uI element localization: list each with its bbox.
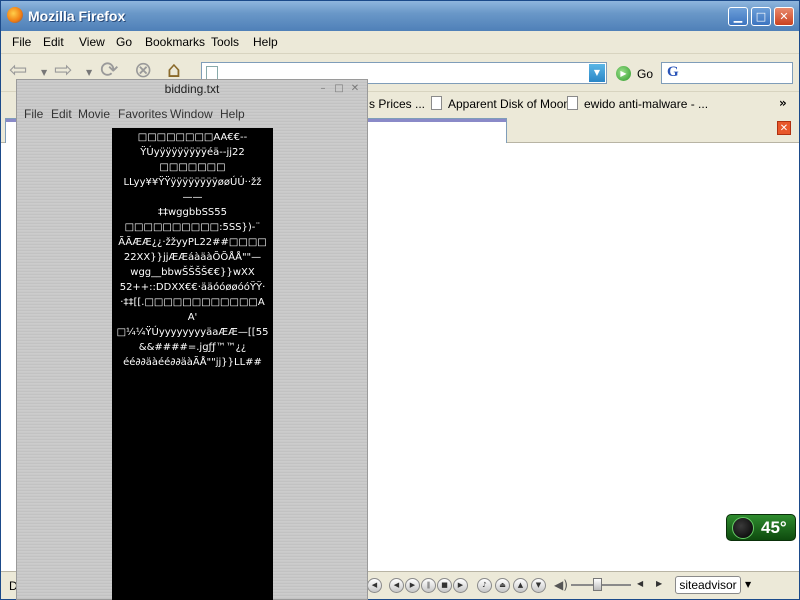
media-stop-icon[interactable]: ■ <box>437 578 452 593</box>
menu-tools[interactable]: Tools <box>211 35 239 49</box>
firefox-logo-icon <box>7 7 23 23</box>
player-menu-edit[interactable]: Edit <box>51 107 72 121</box>
player-menu-file[interactable]: File <box>24 107 43 121</box>
firefox-menubar: File Edit View Go Bookmarks Tools Help <box>1 31 799 80</box>
player-menu-movie[interactable]: Movie <box>78 107 110 121</box>
player-window: bidding.txt – □ ✕ File Edit Movie Favori… <box>16 79 368 600</box>
player-title[interactable]: bidding.txt <box>17 80 367 100</box>
media-rewind-icon[interactable]: ◀ <box>389 578 404 593</box>
weather-widget[interactable]: 45° <box>726 514 796 541</box>
bookmark-prices[interactable]: s Prices ... <box>369 97 425 111</box>
window-title: Mozilla Firefox <box>28 8 126 24</box>
media-prev-icon[interactable]: ◀ <box>367 578 382 593</box>
bookmark-page-icon <box>431 96 442 110</box>
player-minimize-icon[interactable]: – <box>317 83 329 95</box>
search-input[interactable]: G <box>661 62 793 84</box>
player-menu-window[interactable]: Window <box>170 107 213 121</box>
google-search-icon[interactable]: G <box>667 64 679 81</box>
scroll-left-icon[interactable]: ◀ <box>637 579 643 588</box>
back-dropdown-icon[interactable]: ▼ <box>41 68 47 77</box>
maximize-button[interactable]: □ <box>751 7 771 26</box>
media-eject-icon[interactable]: ⏏ <box>495 578 510 593</box>
go-button-label[interactable]: Go <box>637 67 653 81</box>
close-tab-icon[interactable]: ✕ <box>777 121 791 135</box>
weather-temperature: 45° <box>761 518 787 537</box>
siteadvisor-dropdown-icon[interactable]: ▼ <box>745 580 751 589</box>
forward-dropdown-icon[interactable]: ▼ <box>86 68 92 77</box>
menu-go[interactable]: Go <box>116 35 132 49</box>
scroll-right-icon[interactable]: ▶ <box>656 579 662 588</box>
media-note-icon[interactable]: ♪ <box>477 578 492 593</box>
menu-file[interactable]: File <box>12 35 31 49</box>
siteadvisor-button[interactable]: siteadvisor <box>675 576 741 594</box>
volume-slider-thumb[interactable] <box>593 578 602 591</box>
bookmark-ewido-anti-malware[interactable]: ewido anti-malware - ... <box>584 97 708 111</box>
player-close-icon[interactable]: ✕ <box>349 83 361 95</box>
weather-globe-icon <box>732 517 754 539</box>
volume-icon[interactable]: ◀) <box>554 578 568 592</box>
firefox-titlebar[interactable]: Mozilla Firefox ▁ □ ✕ <box>1 1 799 31</box>
media-pause-icon[interactable]: ∥ <box>421 578 436 593</box>
go-arrow-icon[interactable]: ▶ <box>616 66 631 81</box>
player-maximize-icon[interactable]: □ <box>333 83 345 95</box>
close-button[interactable]: ✕ <box>774 7 794 26</box>
garbled-text-content: □□□□□□□□AA€€-‐ ŸÚyÿÿÿÿÿÿÿÿéä--jj22 □□□□□… <box>116 132 269 368</box>
player-menubar: File Edit Movie Favorites Window Help <box>17 104 367 124</box>
media-next-icon[interactable]: ▶ <box>453 578 468 593</box>
media-play-icon[interactable]: ▶ <box>405 578 420 593</box>
media-up-icon[interactable]: ▲ <box>513 578 528 593</box>
player-menu-help[interactable]: Help <box>220 107 245 121</box>
url-dropdown-icon[interactable]: ▼ <box>589 64 605 82</box>
bookmark-page-icon <box>567 96 578 110</box>
bookmark-apparent-disk-of-moon[interactable]: Apparent Disk of Moon <box>448 97 570 111</box>
page-icon <box>206 66 218 80</box>
minimize-button[interactable]: ▁ <box>728 7 748 26</box>
menu-view[interactable]: View <box>79 35 105 49</box>
menu-help[interactable]: Help <box>253 35 278 49</box>
player-screen[interactable]: □□□□□□□□AA€€-‐ ŸÚyÿÿÿÿÿÿÿÿéä--jj22 □□□□□… <box>112 128 273 600</box>
player-menu-favorites[interactable]: Favorites <box>118 107 167 121</box>
media-down-icon[interactable]: ▼ <box>531 578 546 593</box>
menu-bookmarks[interactable]: Bookmarks <box>145 35 205 49</box>
menu-edit[interactable]: Edit <box>43 35 64 49</box>
bookmarks-overflow-chevron[interactable]: » <box>779 96 787 110</box>
